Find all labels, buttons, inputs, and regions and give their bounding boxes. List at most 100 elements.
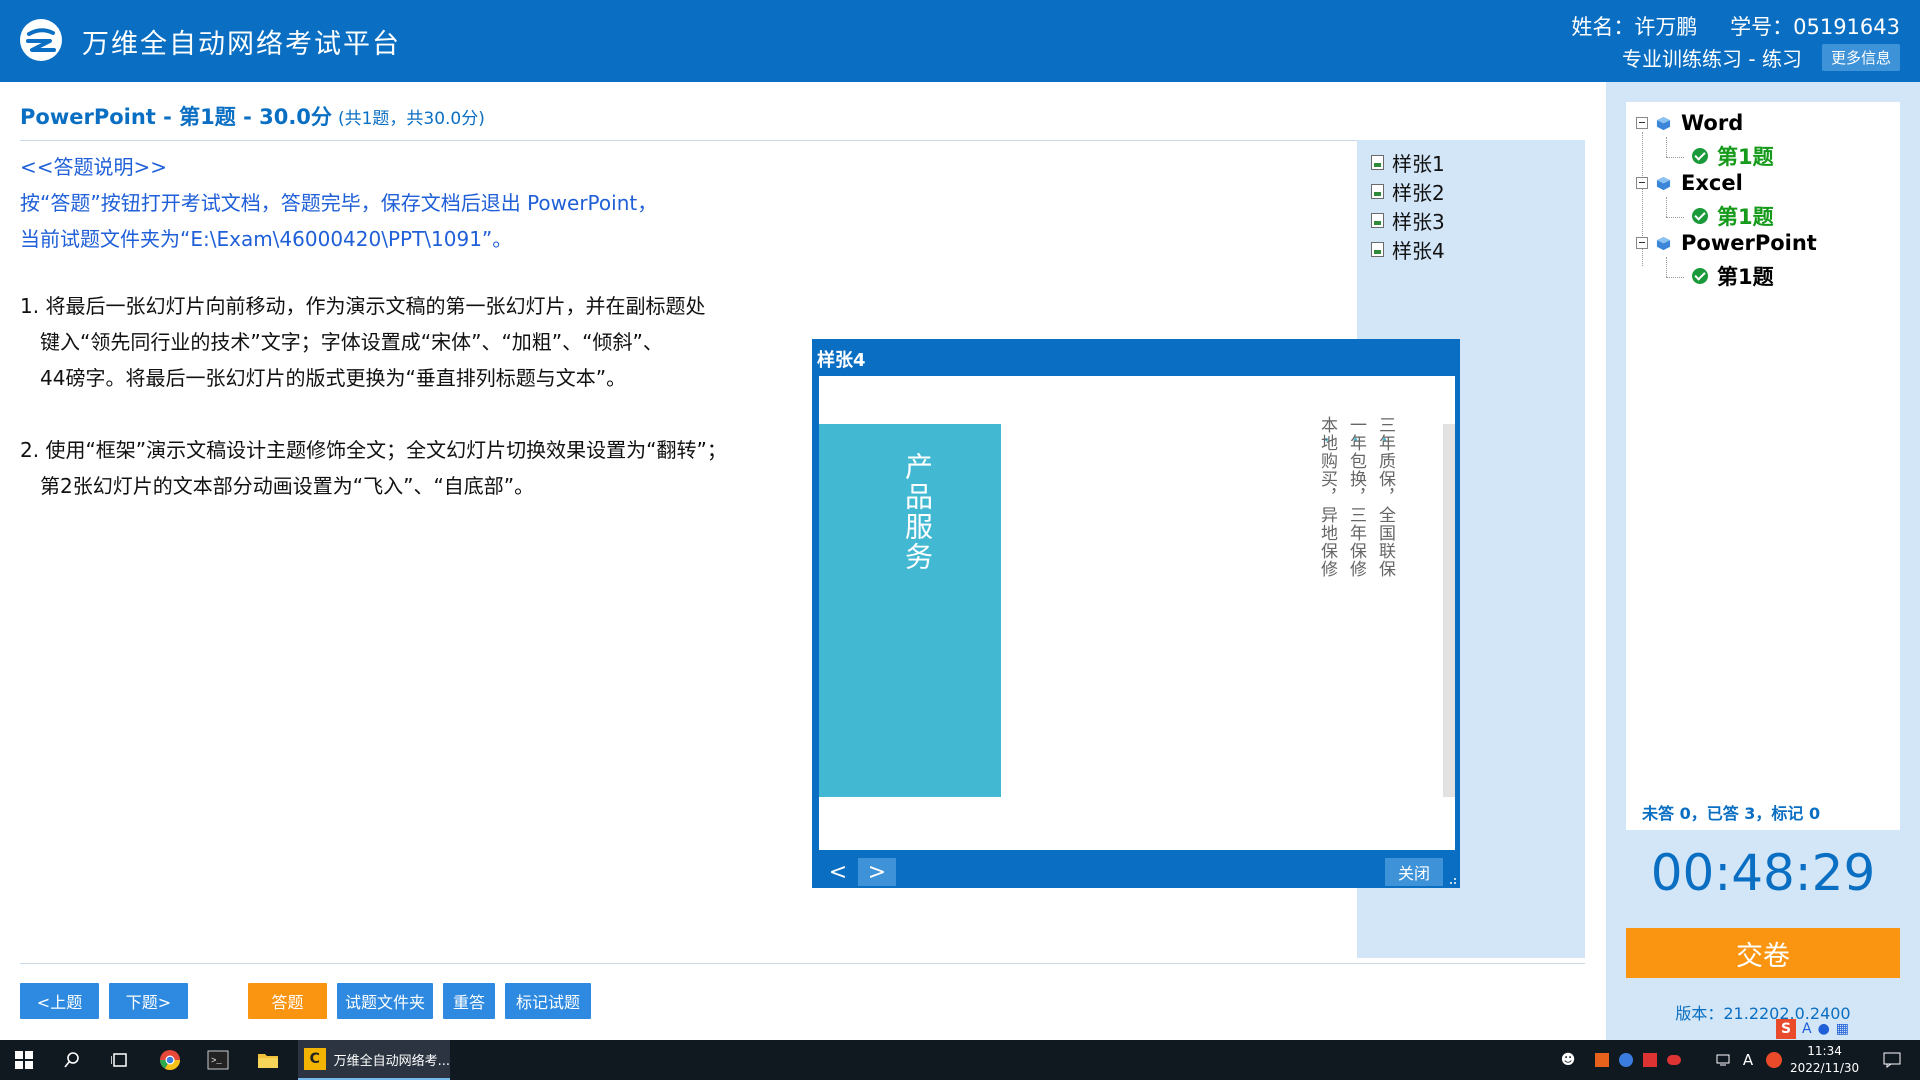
exam-app-icon: C xyxy=(304,1048,326,1070)
sogou-icon[interactable]: S xyxy=(1776,1019,1796,1039)
cube-icon xyxy=(1656,176,1671,190)
tree-item-powerpoint-q1[interactable]: 第1题 xyxy=(1692,261,1774,291)
ime-language[interactable]: A xyxy=(1802,1021,1812,1037)
notification-icon[interactable] xyxy=(1880,1048,1904,1072)
tree-item-excel-q1[interactable]: 第1题 xyxy=(1692,201,1774,231)
task-view-icon[interactable] xyxy=(108,1048,132,1072)
more-info-button[interactable]: 更多信息 xyxy=(1821,44,1900,71)
app-title: 万维全自动网络考试平台 xyxy=(82,29,401,60)
check-icon xyxy=(1692,148,1708,164)
tray-app-icon[interactable] xyxy=(1638,1048,1662,1072)
prev-sample-button[interactable]: < xyxy=(819,858,857,886)
close-viewer-button[interactable]: 关闭 xyxy=(1385,858,1443,886)
tree-label: Word xyxy=(1681,111,1744,135)
mark-question-button[interactable]: 标记试题 xyxy=(505,983,591,1019)
user-name: 姓名：许万鹏 xyxy=(1571,15,1698,39)
task-2-line: 2. 使用“框架”演示文稿设计主题修饰全文；全文幻灯片切换效果设置为“翻转”； xyxy=(20,438,727,462)
slide-title-block: 产品服务 xyxy=(819,424,1001,797)
sample-item-4[interactable]: 样张4 xyxy=(1357,235,1585,264)
check-icon xyxy=(1692,208,1708,224)
question-tree: Word 第1题 Excel 第1题 PowerPoint 第1题 未答 0，已… xyxy=(1626,102,1900,830)
answer-stats: 未答 0，已答 3，标记 0 xyxy=(1642,804,1821,823)
tray-app-icon[interactable] xyxy=(1614,1048,1638,1072)
chrome-icon[interactable] xyxy=(158,1048,182,1072)
answer-button[interactable]: 答题 xyxy=(248,983,327,1019)
taskbar-app-exam[interactable]: C 万维全自动网络考... xyxy=(298,1040,450,1080)
collapse-icon[interactable] xyxy=(1636,177,1648,189)
people-icon[interactable]: ☻ xyxy=(1556,1048,1580,1072)
submit-exam-button[interactable]: 交卷 xyxy=(1626,928,1900,978)
tree-label: Excel xyxy=(1681,171,1743,195)
tree-label: 第1题 xyxy=(1717,145,1774,169)
instructions-heading: <<答题说明>> xyxy=(20,155,168,179)
slide-title: 产品服务 xyxy=(901,452,934,572)
sample-label: 样张1 xyxy=(1392,152,1445,176)
redo-button[interactable]: 重答 xyxy=(443,983,495,1019)
question-folder-button[interactable]: 试题文件夹 xyxy=(337,983,433,1019)
task-1-line: 1. 将最后一张幻灯片向前移动，作为演示文稿的第一张幻灯片，并在副标题处 xyxy=(20,294,706,318)
sample-label: 样张2 xyxy=(1392,181,1445,205)
sample-item-3[interactable]: 样张3 xyxy=(1357,206,1585,235)
divider xyxy=(20,963,1585,964)
image-file-icon xyxy=(1371,155,1384,170)
next-sample-button[interactable]: > xyxy=(858,858,896,886)
sample-label: 样张4 xyxy=(1392,239,1445,263)
tray-app-icon[interactable] xyxy=(1590,1048,1614,1072)
task-2-line: 第2张幻灯片的文本部分动画设置为“飞入”、“自底部”。 xyxy=(40,474,535,498)
sample-viewer-window: 样张4 产品服务 三年质保，全国联保 一年包换，三年保修 本地购买，异地保修 <… xyxy=(812,339,1460,888)
microphone-icon[interactable]: ● xyxy=(1818,1021,1830,1037)
collapse-icon[interactable] xyxy=(1636,117,1648,129)
question-heading: PowerPoint - 第1题 - 30.0分 xyxy=(20,105,332,129)
collapse-icon[interactable] xyxy=(1636,237,1648,249)
instructions-line: 按“答题”按钮打开考试文档，答题完毕，保存文档后退出 PowerPoint， xyxy=(20,191,658,215)
svg-text:>_: >_ xyxy=(211,1056,222,1066)
task-1-line: 44磅字。将最后一张幻灯片的版式更换为“垂直排列标题与文本”。 xyxy=(40,366,627,390)
input-language[interactable]: A xyxy=(1736,1048,1760,1072)
question-summary: (共1题，共30.0分) xyxy=(337,109,485,129)
prev-question-button[interactable]: <上题 xyxy=(20,983,99,1019)
next-question-button[interactable]: 下题> xyxy=(109,983,188,1019)
tree-node-word[interactable]: Word xyxy=(1636,111,1743,135)
student-id: 学号：05191643 xyxy=(1730,15,1900,39)
clock-date: 2022/11/30 xyxy=(1790,1061,1860,1075)
divider xyxy=(20,140,1585,141)
slide-scrollbar[interactable] xyxy=(1443,424,1455,797)
keyboard-icon[interactable]: ▦ xyxy=(1836,1021,1849,1037)
tree-node-excel[interactable]: Excel xyxy=(1636,171,1743,195)
cube-icon xyxy=(1656,236,1671,250)
tree-label: 第1题 xyxy=(1717,205,1774,229)
tree-label: PowerPoint xyxy=(1681,231,1817,255)
windows-taskbar: >_ C 万维全自动网络考... ☻ A 11:34 2022/11/30 xyxy=(0,1040,1920,1080)
image-file-icon xyxy=(1371,242,1384,257)
slide-text-column: 三年质保，全国联保 xyxy=(1375,416,1395,578)
user-info: 姓名：许万鹏 学号：05191643 xyxy=(1545,11,1900,41)
cube-icon xyxy=(1656,116,1671,130)
countdown-timer: 00:48:29 xyxy=(1650,844,1876,902)
sogou-tray-icon[interactable] xyxy=(1762,1048,1786,1072)
tray-app-icon[interactable] xyxy=(1662,1048,1686,1072)
tree-node-powerpoint[interactable]: PowerPoint xyxy=(1636,231,1817,255)
windows-start-icon[interactable] xyxy=(12,1048,36,1072)
question-title: PowerPoint - 第1题 - 30.0分 (共1题，共30.0分) xyxy=(20,101,485,131)
resize-grip-icon[interactable] xyxy=(1447,875,1457,885)
sample-viewer-title: 样张4 xyxy=(817,350,866,371)
search-icon[interactable] xyxy=(60,1048,84,1072)
tree-item-word-q1[interactable]: 第1题 xyxy=(1692,141,1774,171)
ime-toolbar[interactable]: S A ● ▦ xyxy=(1776,1018,1849,1040)
network-icon[interactable] xyxy=(1712,1048,1736,1072)
clock-time: 11:34 xyxy=(1807,1044,1842,1058)
sample-item-2[interactable]: 样张2 xyxy=(1357,177,1585,206)
terminal-icon[interactable]: >_ xyxy=(206,1048,230,1072)
version-label: 版本：21.2202.0.2400 xyxy=(1675,1004,1851,1023)
clock[interactable]: 11:34 2022/11/30 xyxy=(1790,1043,1859,1077)
taskbar-app-label: 万维全自动网络考... xyxy=(333,1053,450,1069)
file-explorer-icon[interactable] xyxy=(256,1048,280,1072)
navigation-panel: Word 第1题 Excel 第1题 PowerPoint 第1题 未答 0，已… xyxy=(1606,82,1920,1040)
slide-text-column: 一年包换，三年保修 xyxy=(1346,416,1366,578)
check-icon xyxy=(1692,268,1708,284)
sample-slide-image: 产品服务 三年质保，全国联保 一年包换，三年保修 本地购买，异地保修 xyxy=(819,376,1455,850)
instructions-line: 当前试题文件夹为“E:\Exam\46000420\PPT\1091”。 xyxy=(20,227,513,251)
image-file-icon xyxy=(1371,213,1384,228)
tree-label: 第1题 xyxy=(1717,265,1774,289)
sample-item-1[interactable]: 样张1 xyxy=(1357,148,1585,177)
